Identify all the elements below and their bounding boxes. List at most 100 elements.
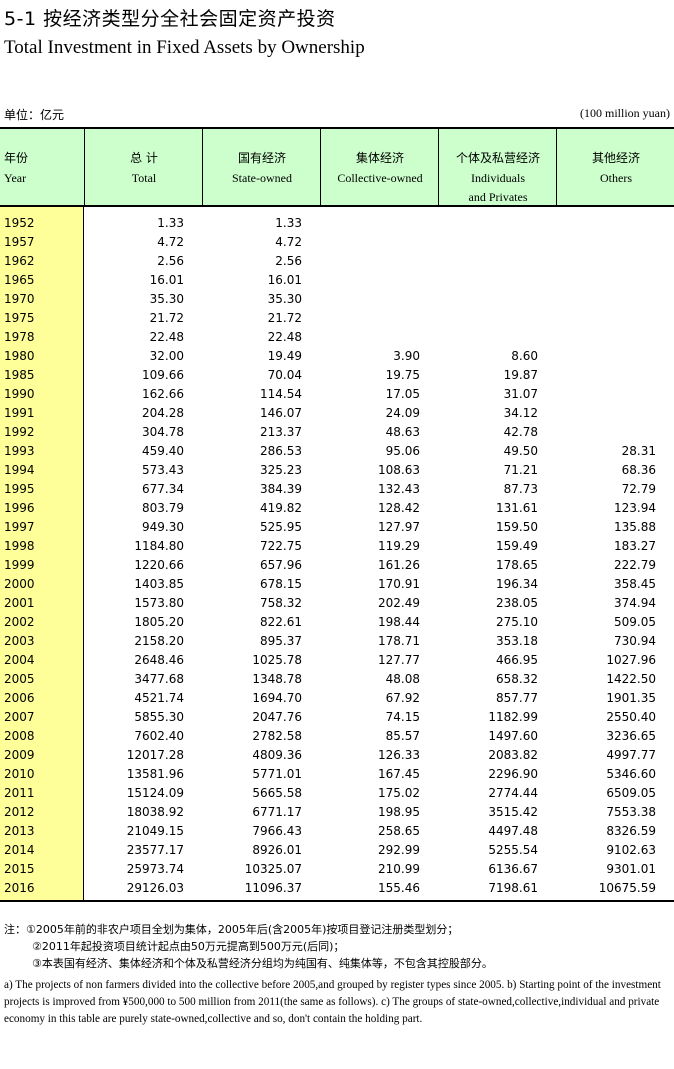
cell-state-owned: 525.95 [260,520,302,534]
cell-others: 10675.59 [598,881,656,895]
cell-collective: 155.46 [378,881,420,895]
table-row: 1991 204.28 146.07 24.09 34.12 [0,404,674,423]
cell-year: 2011 [4,786,35,800]
cell-individuals: 353.18 [496,634,538,648]
header-state-owned: 国有经济 State-owned [202,129,321,205]
cell-collective: 292.99 [378,843,420,857]
unit-label-cn: 单位：亿元 [4,108,65,122]
unit-label-en: (100 million yuan) [580,106,670,120]
cell-state-owned: 7966.43 [252,824,302,838]
cell-state-owned: 5771.01 [252,767,302,781]
cell-individuals: 857.77 [496,691,538,705]
cell-year: 1970 [4,292,35,306]
table-row: 1999 1220.66 657.96 161.26 178.65 222.79 [0,556,674,575]
cell-total: 1805.20 [134,615,184,629]
cell-others: 509.05 [614,615,656,629]
cell-total: 16.01 [149,273,184,287]
cell-collective: 108.63 [378,463,420,477]
cell-total: 32.00 [149,349,184,363]
cell-collective: 161.26 [378,558,420,572]
cell-year: 1992 [4,425,35,439]
cell-collective: 67.92 [385,691,420,705]
cell-individuals: 5255.54 [488,843,538,857]
cell-year: 2005 [4,672,35,686]
cell-individuals: 34.12 [503,406,538,420]
cell-state-owned: 4.72 [275,235,302,249]
cell-state-owned: 822.61 [260,615,302,629]
cell-individuals: 1182.99 [488,710,538,724]
cell-individuals: 8.60 [511,349,538,363]
cell-state-owned: 70.04 [267,368,302,382]
cell-total: 459.40 [142,444,184,458]
table-row: 2011 15124.09 5665.58 175.02 2774.44 6509.05 [0,784,674,803]
cell-collective: 48.63 [385,425,420,439]
cell-others: 68.36 [621,463,656,477]
cell-total: 2.56 [157,254,184,268]
table-row: 2016 29126.03 11096.37 155.46 7198.61 10675.5… [0,879,674,898]
note-cn-3: ③本表国有经济、集体经济和个体及私营经济分组均为纯国有、纯集体等，不包含其控股部… [32,957,493,970]
cell-individuals: 238.05 [496,596,538,610]
cell-total: 304.78 [142,425,184,439]
cell-total: 1573.80 [134,596,184,610]
cell-total: 13581.96 [126,767,184,781]
cell-others: 374.94 [614,596,656,610]
header-year: 年份 Year [4,151,29,185]
cell-others: 28.31 [621,444,656,458]
cell-state-owned: 2047.76 [252,710,302,724]
cell-year: 2014 [4,843,35,857]
cell-individuals: 1497.60 [488,729,538,743]
cell-year: 1975 [4,311,35,325]
table-row: 2006 4521.74 1694.70 67.92 857.77 1901.35 [0,689,674,708]
cell-others: 8326.59 [606,824,656,838]
cell-total: 7602.40 [134,729,184,743]
cell-state-owned: 8926.01 [252,843,302,857]
cell-collective: 74.15 [385,710,420,724]
investment-table: 年份 Year 总 计 Total 国有经济 State-owned 集体经济 … [0,127,674,902]
cell-collective: 202.49 [378,596,420,610]
cell-state-owned: 657.96 [260,558,302,572]
cell-others: 1901.35 [606,691,656,705]
table-row: 2005 3477.68 1348.78 48.08 658.32 1422.50 [0,670,674,689]
cell-year: 1991 [4,406,35,420]
cell-collective: 167.45 [378,767,420,781]
cell-others: 2550.40 [606,710,656,724]
cell-individuals: 7198.61 [488,881,538,895]
cell-total: 109.66 [142,368,184,382]
cell-collective: 48.08 [385,672,420,686]
table-row: 1998 1184.80 722.75 119.29 159.49 183.27 [0,537,674,556]
cell-state-owned: 114.54 [260,387,302,401]
cell-year: 2015 [4,862,35,876]
cell-state-owned: 6771.17 [252,805,302,819]
cell-year: 2010 [4,767,35,781]
cell-state-owned: 286.53 [260,444,302,458]
table-row: 2002 1805.20 822.61 198.44 275.10 509.05 [0,613,674,632]
cell-year: 2006 [4,691,35,705]
cell-total: 1184.80 [134,539,184,553]
table-row: 2010 13581.96 5771.01 167.45 2296.90 5346.60 [0,765,674,784]
table-row: 1965 16.01 16.01 [0,271,674,290]
cell-collective: 95.06 [385,444,420,458]
cell-others: 1422.50 [606,672,656,686]
cell-year: 1957 [4,235,35,249]
cell-collective: 85.57 [385,729,420,743]
cell-collective: 210.99 [378,862,420,876]
cell-state-owned: 10325.07 [244,862,302,876]
header-others: 其他经济 Others [556,129,674,205]
table-row: 2001 1573.80 758.32 202.49 238.05 374.94 [0,594,674,613]
cell-individuals: 2774.44 [488,786,538,800]
cell-total: 1.33 [157,216,184,230]
table-row: 2003 2158.20 895.37 178.71 353.18 730.94 [0,632,674,651]
cell-year: 1998 [4,539,35,553]
table-row: 1980 32.00 19.49 3.90 8.60 [0,347,674,366]
cell-individuals: 159.50 [496,520,538,534]
table-row: 1995 677.34 384.39 132.43 87.73 72.79 [0,480,674,499]
table-row: 1957 4.72 4.72 [0,233,674,252]
cell-total: 2648.46 [134,653,184,667]
cell-individuals: 19.87 [503,368,538,382]
cell-year: 2001 [4,596,35,610]
cell-year: 1996 [4,501,35,515]
cell-year: 1985 [4,368,35,382]
cell-collective: 24.09 [385,406,420,420]
table-row: 2015 25973.74 10325.07 210.99 6136.67 9301.01 [0,860,674,879]
cell-total: 1220.66 [134,558,184,572]
